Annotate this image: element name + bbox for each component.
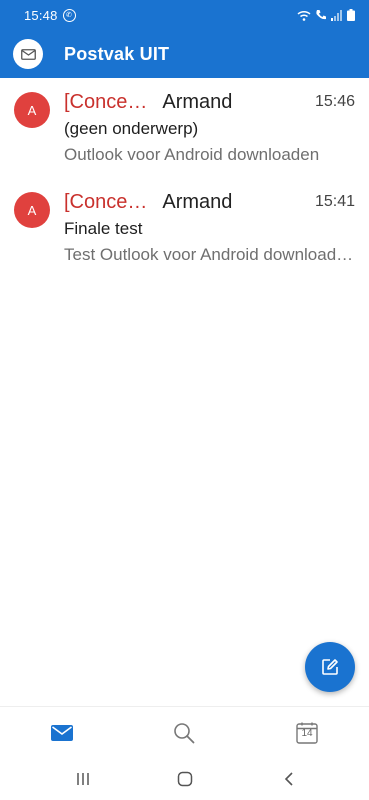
- recent-apps-icon[interactable]: [72, 768, 94, 790]
- sender-avatar: A: [14, 192, 50, 228]
- status-bar: 15:48 ✆: [0, 0, 369, 30]
- whatsapp-icon: ✆: [62, 8, 76, 22]
- search-icon: [174, 723, 195, 744]
- message-subject: Finale test: [64, 219, 143, 238]
- message-time: 15:41: [314, 193, 355, 210]
- message-header: [Conce… Armand 15:46: [64, 88, 355, 116]
- nav-search[interactable]: [170, 719, 198, 747]
- message-time: 15:46: [314, 93, 355, 110]
- folder-title[interactable]: Postvak UIT: [64, 44, 169, 65]
- call-icon: [316, 10, 326, 20]
- calendar-day: 14: [301, 728, 313, 739]
- nav-mail[interactable]: [48, 719, 76, 747]
- battery-icon: [347, 9, 355, 21]
- message-item[interactable]: A [Conce… Armand 15:41 Finale test Test …: [0, 178, 369, 278]
- message-subject: (geen onderwerp): [64, 119, 199, 138]
- message-preview: Test Outlook voor Android downloaden: [64, 245, 354, 264]
- message-list: A [Conce… Armand 15:46 (geen onderwerp) …: [0, 78, 369, 278]
- mail-icon: [20, 48, 36, 60]
- nav-calendar[interactable]: 14: [293, 719, 321, 747]
- signal-icon: [331, 9, 342, 21]
- message-header: [Conce… Armand 15:41: [64, 188, 355, 216]
- compose-button[interactable]: [305, 642, 355, 692]
- sender-avatar: A: [14, 92, 50, 128]
- home-icon[interactable]: [174, 768, 196, 790]
- draft-tag: [Conce…: [64, 90, 148, 113]
- status-icons: [297, 9, 355, 21]
- message-item[interactable]: A [Conce… Armand 15:46 (geen onderwerp) …: [0, 78, 369, 178]
- draft-tag: [Conce…: [64, 190, 148, 213]
- system-nav-bar: [0, 758, 369, 800]
- account-avatar[interactable]: [13, 39, 43, 69]
- wifi-icon: [297, 10, 311, 21]
- mail-icon: [51, 725, 73, 741]
- message-sender: Armand: [162, 90, 233, 113]
- status-time: 15:48: [24, 7, 58, 23]
- back-icon[interactable]: [278, 768, 300, 790]
- compose-icon: [322, 659, 338, 675]
- message-sender: Armand: [162, 190, 233, 213]
- app-bar: Postvak UIT: [0, 30, 369, 78]
- message-preview: Outlook voor Android downloaden: [64, 145, 320, 164]
- bottom-nav: 14: [0, 706, 369, 758]
